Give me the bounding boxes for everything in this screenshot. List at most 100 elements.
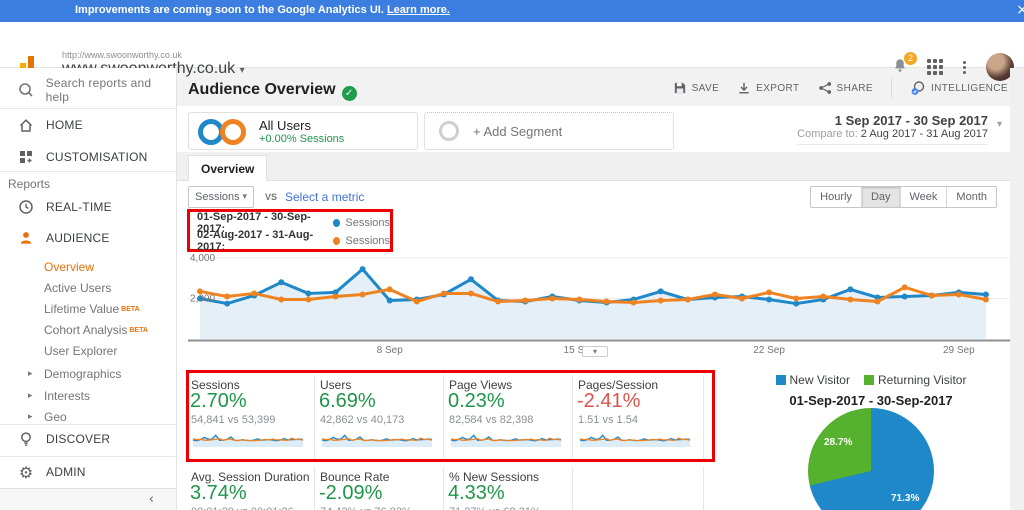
sidebar-item-home[interactable]: HOME: [0, 115, 176, 135]
verified-shield-icon: ✓: [342, 86, 357, 101]
audience-person-icon: [16, 229, 36, 247]
vs-label: VS: [265, 192, 277, 202]
tab-strip: Overview: [177, 152, 1010, 181]
chart-collapse-handle[interactable]: ▾: [582, 346, 608, 357]
lightbulb-icon: [16, 430, 36, 448]
sidebar-item-audience[interactable]: AUDIENCE: [0, 228, 176, 248]
search-icon: [16, 81, 36, 99]
granularity-month[interactable]: Month: [946, 187, 996, 207]
expand-arrow-icon: ▸: [28, 412, 33, 422]
series-dot-blue-icon: [333, 219, 340, 227]
learn-more-link[interactable]: Learn more.: [387, 4, 450, 16]
sidebar-item-lifetime-value[interactable]: Lifetime Value BETA: [0, 299, 176, 319]
sidebar-item-cohort-analysis[interactable]: Cohort Analysis BETA: [0, 320, 176, 340]
visitor-type-block: New Visitor Returning Visitor 01-Sep-201…: [771, 373, 971, 408]
pie-value-returning: 28.7%: [824, 437, 852, 448]
metric-card-avg-session-duration[interactable]: Avg. Session Duration 3.74% 00:01:29 vs …: [188, 462, 314, 510]
search-input[interactable]: Search reports and help: [0, 80, 176, 100]
sidebar-item-demographics[interactable]: ▸ Demographics: [0, 364, 176, 384]
gear-icon: ⚙: [16, 463, 36, 482]
intelligence-icon: [910, 80, 926, 96]
sidebar-footer: ‹: [0, 488, 176, 510]
svg-text:22 Sep: 22 Sep: [753, 345, 785, 356]
granularity-hourly[interactable]: Hourly: [811, 187, 861, 207]
chevron-down-icon: ▾: [242, 192, 247, 202]
svg-text:4,000: 4,000: [190, 253, 215, 264]
segment-all-users[interactable]: All Users +0.00% Sessions: [188, 112, 418, 150]
share-button[interactable]: SHARE: [818, 81, 873, 95]
legend-row-compare: 02-Aug-2017 - 31-Aug-2017: Sessions: [197, 234, 390, 248]
segment-bar: All Users +0.00% Sessions + Add Segment …: [177, 106, 1010, 152]
report-panel: Sessions ▾ VS Select a metric Hourly Day…: [177, 181, 1010, 510]
property-url: http://www.swoonworthy.co.uk: [62, 50, 182, 60]
legend-returning-visitor: Returning Visitor: [864, 373, 967, 387]
date-range-primary: 1 Sep 2017 - 30 Sep 2017: [797, 113, 988, 128]
app-header: http://www.swoonworthy.co.uk www.swoonwo…: [0, 22, 1024, 68]
pie-value-new: 71.3%: [891, 493, 919, 504]
scroll-gutter: [1010, 68, 1024, 510]
legend-annotation-box: 01-Sep-2017 - 30-Sep-2017: Sessions 02-A…: [187, 209, 393, 252]
sidebar-item-customisation[interactable]: CUSTOMISATION: [0, 147, 176, 167]
granularity-toggle: Hourly Day Week Month: [810, 186, 997, 208]
save-icon: [673, 81, 687, 95]
beta-badge: BETA: [121, 306, 140, 313]
clock-icon: [16, 198, 36, 216]
customisation-icon: [16, 148, 36, 166]
tab-overview[interactable]: Overview: [188, 155, 267, 181]
legend-swatch-green-icon: [864, 375, 874, 385]
sessions-line-chart[interactable]: 2,0004,0008 Sep15 Sep22 Sep29 Sep: [188, 250, 1010, 356]
date-range-compare: Compare to: 2 Aug 2017 - 31 Aug 2017: [797, 128, 988, 140]
announcement-text: Improvements are coming soon to the Goog…: [75, 4, 450, 16]
report-header: Audience Overview✓ SAVE EXPORT SHARE INT…: [177, 68, 1024, 106]
svg-text:2,000: 2,000: [190, 294, 215, 305]
granularity-week[interactable]: Week: [900, 187, 947, 207]
save-button[interactable]: SAVE: [673, 81, 720, 95]
share-icon: [818, 81, 832, 95]
sidebar-item-interests[interactable]: ▸ Interests: [0, 386, 176, 406]
segment-ring-icon: [220, 119, 246, 145]
sidebar-item-admin[interactable]: ⚙ ADMIN: [0, 462, 176, 482]
close-icon[interactable]: ×: [1016, 2, 1024, 18]
add-segment-button[interactable]: + Add Segment: [424, 112, 674, 150]
collapse-sidebar-icon[interactable]: ‹: [149, 492, 154, 507]
svg-text:8 Sep: 8 Sep: [377, 345, 404, 356]
metric-card-bounce-rate[interactable]: Bounce Rate -2.09% 74.43% vs 76.02%: [317, 462, 443, 510]
announcement-message: Improvements are coming soon to the Goog…: [75, 4, 384, 16]
metric-selector[interactable]: Sessions ▾: [188, 186, 254, 208]
download-icon: [737, 81, 751, 95]
pie-title: 01-Sep-2017 - 30-Sep-2017: [771, 393, 971, 408]
expand-arrow-icon: ▸: [28, 391, 33, 401]
series-dot-orange-icon: [333, 237, 340, 245]
pie-legend: New Visitor Returning Visitor: [771, 373, 971, 387]
page-title: Audience Overview✓: [188, 81, 357, 101]
export-button[interactable]: EXPORT: [737, 81, 799, 95]
google-analytics-screen: Improvements are coming soon to the Goog…: [0, 0, 1024, 510]
sidebar: Search reports and help HOME CUSTOMISATI…: [0, 68, 177, 510]
expand-arrow-icon: ▸: [28, 369, 33, 379]
empty-ring-icon: [439, 121, 459, 141]
sidebar-item-overview[interactable]: Overview: [0, 257, 176, 277]
segment-subtitle: +0.00% Sessions: [259, 133, 344, 145]
home-icon: [16, 116, 36, 134]
svg-text:29 Sep: 29 Sep: [943, 345, 975, 356]
date-range-picker[interactable]: 1 Sep 2017 - 30 Sep 2017 Compare to: 2 A…: [797, 113, 988, 145]
sidebar-item-discover[interactable]: DISCOVER: [0, 429, 176, 449]
granularity-day[interactable]: Day: [861, 187, 900, 207]
metric-card-new-sessions[interactable]: % New Sessions 4.33% 71.27% vs 68.31%: [446, 462, 572, 510]
intelligence-button[interactable]: INTELLIGENCE: [910, 80, 1008, 96]
legend-new-visitor: New Visitor: [776, 373, 850, 387]
chevron-down-icon: ▾: [997, 119, 1002, 130]
reports-section-label: Reports: [8, 177, 50, 191]
sidebar-item-realtime[interactable]: REAL-TIME: [0, 197, 176, 217]
legend-row-current: 01-Sep-2017 - 30-Sep-2017: Sessions: [197, 216, 390, 230]
beta-badge: BETA: [129, 327, 148, 334]
metrics-annotation-box: [186, 370, 715, 462]
select-metric-link[interactable]: Select a metric: [285, 190, 364, 204]
legend-swatch-blue-icon: [776, 375, 786, 385]
segment-title: All Users: [259, 118, 311, 133]
sidebar-item-user-explorer[interactable]: User Explorer: [0, 341, 176, 361]
search-placeholder: Search reports and help: [46, 76, 176, 104]
announcement-banner: Improvements are coming soon to the Goog…: [0, 0, 1024, 22]
sidebar-item-active-users[interactable]: Active Users: [0, 278, 176, 298]
notification-badge: 2: [904, 52, 917, 65]
